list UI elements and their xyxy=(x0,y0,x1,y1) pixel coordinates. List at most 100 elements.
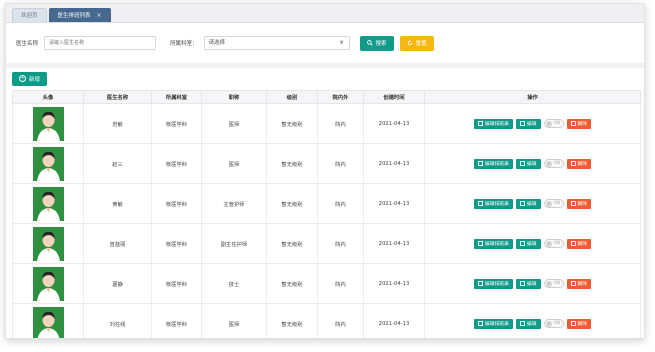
edit-schedule-label: 编辑排班表 xyxy=(484,282,509,287)
edit-schedule-button[interactable]: 编辑排班表 xyxy=(473,118,513,129)
edit-button[interactable]: 编辑 xyxy=(515,158,541,169)
level-cell: 暂无级别 xyxy=(266,143,318,184)
row-actions: 编辑排班表 编辑 ON 删除 xyxy=(425,118,640,129)
edit-schedule-label: 编辑排班表 xyxy=(484,242,509,247)
toggle-knob xyxy=(545,160,552,167)
tab-label: 欢迎页 xyxy=(21,12,38,19)
tab-bar: 欢迎页 医生排班列表 × xyxy=(6,4,644,23)
plus-icon: + xyxy=(19,75,26,82)
search-button[interactable]: 搜索 xyxy=(359,35,394,51)
doctor-name-cell: 葛静 xyxy=(83,263,152,304)
in-out-cell: 院内 xyxy=(317,223,364,264)
status-toggle[interactable]: ON xyxy=(543,319,564,328)
row-actions: 编辑排班表 编辑 ON 删除 xyxy=(425,158,640,169)
edit-button[interactable]: 编辑 xyxy=(515,118,541,129)
doctor-name-cell: 赵三 xyxy=(83,143,152,184)
trash-icon xyxy=(570,281,576,286)
avatar xyxy=(32,226,64,261)
avatar-cell xyxy=(12,263,84,304)
toggle-label: ON xyxy=(553,281,561,286)
table-toolbar: + 新增 xyxy=(6,63,644,89)
delete-label: 删除 xyxy=(577,242,588,247)
edit-schedule-button[interactable]: 编辑排班表 xyxy=(473,198,513,209)
in-out-cell: 院内 xyxy=(317,263,364,304)
toggle-label: ON xyxy=(553,321,561,326)
department-cell: 核医学科 xyxy=(151,223,202,264)
tab-welcome[interactable]: 欢迎页 xyxy=(12,8,47,22)
close-icon[interactable]: × xyxy=(97,9,102,23)
created-date-cell: 2021-04-13 xyxy=(363,143,425,184)
edit-label: 编辑 xyxy=(526,282,537,287)
doctor-name-cell: 曾蓝丽 xyxy=(83,223,152,264)
edit-icon xyxy=(519,321,525,326)
edit-label: 编辑 xyxy=(526,242,537,247)
edit-label: 编辑 xyxy=(526,122,537,127)
edit-schedule-label: 编辑排班表 xyxy=(484,202,509,207)
edit-button[interactable]: 编辑 xyxy=(515,198,541,209)
doctor-name-label: 医生名称 xyxy=(16,41,39,47)
table-row: 范敏 核医学科 医师 暂无级别 院内 2021-04-13 编辑排班表 编辑 O… xyxy=(12,103,641,144)
avatar xyxy=(32,146,64,181)
status-toggle[interactable]: ON xyxy=(543,279,564,288)
tab-doctor-schedule[interactable]: 医生排班列表 × xyxy=(48,8,111,23)
trash-icon xyxy=(570,241,576,246)
edit-icon xyxy=(519,241,525,246)
department-cell: 核医学科 xyxy=(151,143,202,184)
add-button[interactable]: + 新增 xyxy=(12,71,48,86)
status-toggle[interactable]: ON xyxy=(543,119,564,128)
edit-label: 编辑 xyxy=(526,202,537,207)
edit-schedule-button[interactable]: 编辑排班表 xyxy=(473,278,513,289)
edit-schedule-button[interactable]: 编辑排班表 xyxy=(473,158,513,169)
row-actions: 编辑排班表 编辑 ON 删除 xyxy=(425,278,640,289)
in-out-cell: 院内 xyxy=(317,303,364,338)
avatar-cell xyxy=(12,303,84,338)
edit-label: 编辑 xyxy=(526,322,537,327)
edit-schedule-label: 编辑排班表 xyxy=(484,162,509,167)
search-icon xyxy=(366,40,373,46)
row-actions: 编辑排班表 编辑 ON 删除 xyxy=(425,238,640,249)
title-cell: 副主任护师 xyxy=(201,223,267,264)
status-toggle[interactable]: ON xyxy=(543,239,564,248)
level-cell: 暂无级别 xyxy=(266,103,318,144)
delete-button[interactable]: 删除 xyxy=(566,238,592,249)
delete-button[interactable]: 删除 xyxy=(566,318,592,329)
table-row: 曾蓝丽 核医学科 副主任护师 暂无级别 院内 2021-04-13 编辑排班表 … xyxy=(12,223,641,264)
department-cell: 核医学科 xyxy=(151,183,202,224)
status-toggle[interactable]: ON xyxy=(543,159,564,168)
edit-button[interactable]: 编辑 xyxy=(515,318,541,329)
edit-schedule-button[interactable]: 编辑排班表 xyxy=(473,238,513,249)
calendar-icon xyxy=(477,161,483,166)
row-actions: 编辑排班表 编辑 ON 删除 xyxy=(425,318,640,329)
reset-button[interactable]: 重置 xyxy=(399,35,434,51)
avatar xyxy=(32,106,64,141)
title-cell: 主管护师 xyxy=(201,183,267,224)
doctor-name-input[interactable] xyxy=(44,36,157,50)
delete-label: 删除 xyxy=(577,162,588,167)
status-toggle[interactable]: ON xyxy=(543,199,564,208)
trash-icon xyxy=(570,161,576,166)
delete-button[interactable]: 删除 xyxy=(566,198,592,209)
delete-button[interactable]: 删除 xyxy=(566,278,592,289)
column-header: 院内外 xyxy=(317,90,364,104)
doctor-name-cell: 黄敏 xyxy=(83,183,152,224)
filter-bar: 医生名称 所属科室： 请选择 ▼ 搜索 重置 xyxy=(6,23,644,63)
toggle-knob xyxy=(545,200,552,207)
edit-schedule-button[interactable]: 编辑排班表 xyxy=(473,318,513,329)
delete-label: 删除 xyxy=(577,282,588,287)
edit-button[interactable]: 编辑 xyxy=(515,238,541,249)
delete-button[interactable]: 删除 xyxy=(566,118,592,129)
tab-label: 医生排班列表 xyxy=(57,12,91,19)
chevron-down-icon: ▼ xyxy=(339,40,344,46)
level-cell: 暂无级别 xyxy=(266,303,318,338)
edit-button[interactable]: 编辑 xyxy=(515,278,541,289)
title-cell: 医师 xyxy=(201,303,267,338)
delete-button[interactable]: 删除 xyxy=(566,158,592,169)
edit-icon xyxy=(519,201,525,206)
department-select[interactable]: 请选择 ▼ xyxy=(203,36,350,50)
add-button-label: 新增 xyxy=(29,76,41,83)
calendar-icon xyxy=(477,241,483,246)
toggle-label: ON xyxy=(553,121,561,126)
avatar xyxy=(32,186,64,221)
department-cell: 核医学科 xyxy=(151,103,202,144)
edit-icon xyxy=(519,161,525,166)
